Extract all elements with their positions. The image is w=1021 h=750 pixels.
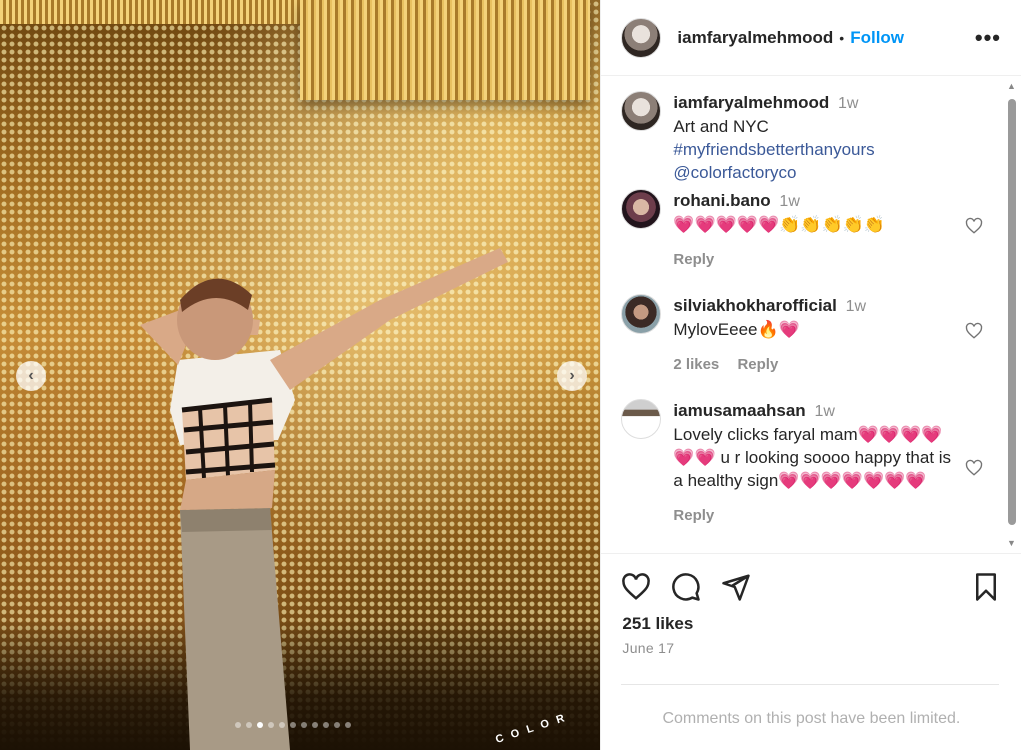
carousel-dots xyxy=(235,722,351,728)
comment-time: 1w xyxy=(845,298,867,315)
bookmark-icon[interactable] xyxy=(971,572,1001,602)
gold-fringe-curtain xyxy=(300,0,590,100)
comment-text: Lovely clicks faryal mam💗💗💗💗💗💗 u r looki… xyxy=(673,425,952,490)
caption-mention-link[interactable]: @colorfactoryco xyxy=(673,163,796,182)
caption-time: 1w xyxy=(838,95,859,112)
carousel-dot[interactable] xyxy=(334,722,340,728)
commenter-avatar[interactable] xyxy=(621,399,662,439)
author-avatar[interactable] xyxy=(621,17,662,58)
carousel-dot[interactable] xyxy=(312,722,318,728)
post-header: iamfaryalmehmood • Follow ••• xyxy=(601,0,1021,76)
comment-icon[interactable] xyxy=(671,572,701,602)
more-options-icon[interactable]: ••• xyxy=(975,25,1001,51)
carousel-dot[interactable] xyxy=(301,722,307,728)
comments-limited-notice: Comments on this post have been limited. xyxy=(662,710,961,727)
header-separator: • xyxy=(839,29,845,46)
chevron-left-icon: ‹ xyxy=(28,367,34,384)
comment-username[interactable]: rohani.bano xyxy=(673,191,770,210)
comment-username[interactable]: iamusamaahsan xyxy=(673,401,805,420)
comment-text: 💗💗💗💗💗👏👏👏👏👏 xyxy=(673,215,886,234)
scrollbar-thumb[interactable] xyxy=(1008,99,1016,525)
caption-hashtag-link[interactable]: #myfriendsbetterthanyours xyxy=(673,140,874,159)
likes-count[interactable]: 251 likes xyxy=(622,614,693,634)
reply-button[interactable]: Reply xyxy=(737,356,778,373)
reply-button[interactable]: Reply xyxy=(673,251,714,268)
post-side-panel: iamfaryalmehmood • Follow ••• iamfaryalm… xyxy=(600,0,1021,750)
carousel-dot[interactable] xyxy=(323,722,329,728)
carousel-dot[interactable] xyxy=(246,722,252,728)
carousel-prev-button[interactable]: ‹ xyxy=(16,361,46,391)
carousel-dot[interactable] xyxy=(257,722,263,728)
comment-item: rohani.bano 1w 💗💗💗💗💗👏👏👏👏👏 Reply xyxy=(621,189,991,271)
author-username[interactable]: iamfaryalmehmood xyxy=(677,28,833,48)
scroll-up-arrow-icon[interactable]: ▲ xyxy=(1007,81,1016,91)
paper-plane-icon[interactable] xyxy=(721,572,751,602)
comment-text: MylovEeee🔥💗 xyxy=(673,320,800,339)
comment-like-heart-icon[interactable] xyxy=(965,459,983,477)
comment-item: iamusamaahsan 1w Lovely clicks faryal ma… xyxy=(621,399,991,527)
scroll-down-arrow-icon[interactable]: ▼ xyxy=(1007,538,1016,548)
carousel-dot[interactable] xyxy=(279,722,285,728)
commenter-avatar[interactable] xyxy=(621,294,662,334)
comment-like-heart-icon[interactable] xyxy=(965,322,983,340)
post-actions: 251 likes June 17 xyxy=(601,553,1021,684)
comments-scrollbar[interactable]: ▲ ▼ xyxy=(1005,77,1017,552)
post-date[interactable]: June 17 xyxy=(622,640,674,656)
carousel-dot[interactable] xyxy=(290,722,296,728)
post-photo: ‹ › COLOR xyxy=(0,0,601,750)
person-dabbing xyxy=(140,248,508,750)
heart-icon[interactable] xyxy=(621,572,651,602)
carousel-dot[interactable] xyxy=(268,722,274,728)
reply-button[interactable]: Reply xyxy=(673,507,714,524)
caption-username[interactable]: iamfaryalmehmood xyxy=(673,93,829,112)
comment-item: silviakhokharofficial 1w MylovEeee🔥💗 2 l… xyxy=(621,294,991,376)
comment-like-heart-icon[interactable] xyxy=(965,217,983,235)
comments-list: iamfaryalmehmood 1w Art and NYC #myfrien… xyxy=(601,77,1003,552)
carousel-dot[interactable] xyxy=(235,722,241,728)
caption-author-avatar[interactable] xyxy=(621,91,662,131)
comment-time: 1w xyxy=(779,193,800,210)
instagram-post-modal: ‹ › COLOR iamfaryalmehmood • Follow ••• xyxy=(0,0,1021,750)
comment-time: 1w xyxy=(814,403,835,420)
chevron-right-icon: › xyxy=(569,367,575,384)
carousel-dot[interactable] xyxy=(345,722,351,728)
action-icons-row xyxy=(621,572,1001,602)
commenter-avatar[interactable] xyxy=(621,189,662,229)
follow-button[interactable]: Follow xyxy=(850,28,904,48)
comment-likes-count[interactable]: 2 likes xyxy=(673,356,719,373)
gold-fringe-left xyxy=(0,0,300,24)
caption-text: Art and NYC xyxy=(673,117,769,136)
post-caption: iamfaryalmehmood 1w Art and NYC #myfrien… xyxy=(621,91,991,184)
comment-box-divider xyxy=(621,684,1000,685)
carousel-next-button[interactable]: › xyxy=(557,361,587,391)
comment-username[interactable]: silviakhokharofficial xyxy=(673,296,836,315)
